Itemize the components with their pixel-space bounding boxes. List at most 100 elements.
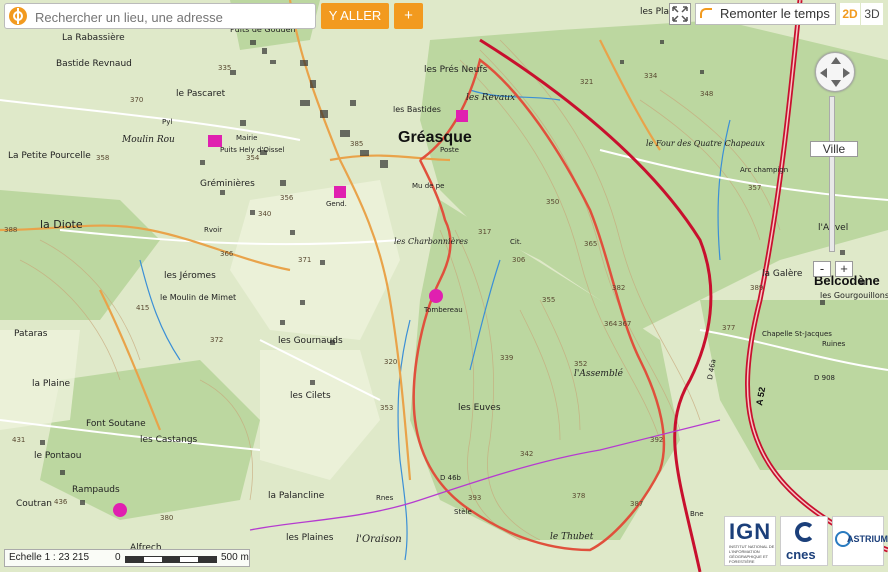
svg-text:Puits Hely d'Oissel: Puits Hely d'Oissel bbox=[220, 146, 284, 154]
svg-text:342: 342 bbox=[520, 450, 533, 458]
svg-text:Stèle: Stèle bbox=[454, 508, 472, 516]
zoom-slider[interactable] bbox=[829, 96, 835, 252]
svg-text:les Cilets: les Cilets bbox=[290, 391, 331, 401]
svg-text:350: 350 bbox=[546, 198, 559, 206]
svg-text:356: 356 bbox=[280, 194, 294, 202]
time-travel-button[interactable]: Remonter le temps bbox=[695, 3, 836, 25]
search-icon[interactable] bbox=[9, 7, 27, 25]
astrium-logo[interactable]: ASTRIUM bbox=[832, 516, 888, 566]
time-travel-label: Remonter le temps bbox=[720, 6, 830, 21]
svg-text:335: 335 bbox=[218, 64, 231, 72]
svg-text:367: 367 bbox=[618, 320, 631, 328]
svg-text:les Jéromes: les Jéromes bbox=[164, 270, 216, 281]
svg-text:les Revaux: les Revaux bbox=[466, 93, 515, 103]
svg-text:372: 372 bbox=[210, 336, 223, 344]
pan-control[interactable] bbox=[815, 52, 855, 92]
svg-text:La Rabassière: La Rabassière bbox=[62, 32, 125, 43]
svg-text:334: 334 bbox=[644, 72, 658, 80]
svg-text:Moulin Rou: Moulin Rou bbox=[121, 135, 175, 145]
svg-text:389: 389 bbox=[750, 284, 763, 292]
svg-text:339: 339 bbox=[500, 354, 513, 362]
svg-text:l'Assemblé: l'Assemblé bbox=[574, 368, 624, 379]
svg-text:Rvoir: Rvoir bbox=[204, 226, 222, 234]
svg-text:le Pascaret: le Pascaret bbox=[176, 89, 226, 99]
svg-text:les Plaines: les Plaines bbox=[286, 533, 334, 543]
svg-text:Font Soutane: Font Soutane bbox=[86, 419, 146, 429]
ign-logo[interactable]: IGN INSTITUT NATIONAL DE L'INFORMATION G… bbox=[724, 516, 776, 566]
svg-text:348: 348 bbox=[700, 90, 713, 98]
topographic-map[interactable]: Gréasque La Rabassière Bastide Revnaud l… bbox=[0, 0, 888, 572]
svg-text:354: 354 bbox=[246, 154, 260, 162]
svg-text:385: 385 bbox=[350, 140, 363, 148]
search-box bbox=[4, 3, 316, 29]
svg-text:les Euves: les Euves bbox=[458, 403, 501, 413]
ign-logo-subtitle: INSTITUT NATIONAL DE L'INFORMATION GÉOGR… bbox=[729, 544, 775, 564]
zoom-out-button[interactable]: - bbox=[813, 261, 831, 277]
search-input[interactable] bbox=[33, 6, 313, 28]
svg-text:La Petite Pourcelle: La Petite Pourcelle bbox=[8, 151, 91, 161]
svg-text:l'Oraison: l'Oraison bbox=[356, 534, 402, 545]
svg-text:306: 306 bbox=[512, 256, 526, 264]
svg-text:378: 378 bbox=[572, 492, 585, 500]
svg-text:le Thubet: le Thubet bbox=[550, 532, 594, 542]
svg-text:D 908: D 908 bbox=[814, 374, 835, 382]
svg-text:Cit.: Cit. bbox=[510, 238, 522, 246]
zoom-in-button[interactable]: + bbox=[835, 261, 853, 277]
svg-text:les Castangs: les Castangs bbox=[140, 435, 198, 445]
svg-text:Coutran: Coutran bbox=[16, 499, 52, 509]
scale-ratio: Echelle 1 : 23 215 bbox=[9, 552, 90, 563]
svg-text:les Prés Neufs: les Prés Neufs bbox=[424, 64, 488, 75]
svg-text:la Diote: la Diote bbox=[40, 218, 83, 231]
fullscreen-icon bbox=[672, 6, 688, 22]
zoom-level-label[interactable]: Ville bbox=[810, 141, 858, 157]
poi-tombereau-icon bbox=[429, 289, 443, 303]
pan-down-icon[interactable] bbox=[831, 80, 841, 87]
svg-text:les Gournauds: les Gournauds bbox=[278, 336, 343, 346]
fullscreen-button[interactable] bbox=[669, 3, 691, 25]
svg-text:Gréminières: Gréminières bbox=[200, 178, 255, 189]
poi-alfrech-icon bbox=[113, 503, 127, 517]
undo-arrow-icon bbox=[700, 8, 712, 18]
svg-text:les Gourgouillons: les Gourgouillons bbox=[820, 291, 888, 300]
svg-text:Mairie: Mairie bbox=[236, 134, 257, 142]
svg-text:357: 357 bbox=[748, 184, 761, 192]
svg-text:320: 320 bbox=[384, 358, 397, 366]
view-2d-toggle[interactable]: 2D bbox=[840, 3, 860, 25]
svg-text:317: 317 bbox=[478, 228, 491, 236]
svg-text:370: 370 bbox=[130, 96, 143, 104]
svg-text:393: 393 bbox=[468, 494, 481, 502]
scale-bar: Echelle 1 : 23 215 0 500 m bbox=[4, 549, 250, 567]
go-button[interactable]: Y ALLER bbox=[321, 3, 389, 29]
svg-text:D 46b: D 46b bbox=[440, 474, 462, 482]
svg-text:436: 436 bbox=[54, 498, 68, 506]
svg-text:Arc champign: Arc champign bbox=[740, 166, 788, 174]
svg-text:Pataras: Pataras bbox=[14, 329, 48, 339]
svg-text:321: 321 bbox=[580, 78, 593, 86]
svg-text:415: 415 bbox=[136, 304, 149, 312]
scale-zero: 0 bbox=[115, 552, 121, 563]
svg-text:Rnes: Rnes bbox=[376, 494, 394, 502]
svg-text:388: 388 bbox=[4, 226, 17, 234]
svg-text:les Bastides: les Bastides bbox=[393, 105, 441, 114]
svg-text:le Pontaou: le Pontaou bbox=[34, 451, 81, 461]
pan-right-icon[interactable] bbox=[843, 68, 850, 78]
svg-text:la Palancline: la Palancline bbox=[268, 491, 325, 501]
svg-text:371: 371 bbox=[298, 256, 311, 264]
svg-text:358: 358 bbox=[96, 154, 109, 162]
more-options-button[interactable]: + bbox=[394, 3, 423, 29]
cnes-swirl-icon bbox=[795, 522, 815, 542]
view-3d-toggle[interactable]: 3D bbox=[861, 3, 883, 25]
svg-text:365: 365 bbox=[584, 240, 597, 248]
svg-text:366: 366 bbox=[220, 250, 234, 258]
svg-text:le Moulin de Mimet: le Moulin de Mimet bbox=[160, 293, 236, 302]
svg-text:353: 353 bbox=[380, 404, 393, 412]
scale-distance: 500 m bbox=[221, 552, 249, 563]
astrium-logo-text: ASTRIUM bbox=[847, 534, 888, 544]
pan-left-icon[interactable] bbox=[820, 68, 827, 78]
cnes-logo[interactable]: cnes bbox=[780, 516, 828, 566]
svg-text:382: 382 bbox=[612, 284, 625, 292]
pan-up-icon[interactable] bbox=[831, 57, 841, 64]
svg-text:Poste: Poste bbox=[440, 146, 459, 154]
svg-text:Ruines: Ruines bbox=[822, 340, 846, 348]
town-gréasque-label: Gréasque bbox=[398, 129, 472, 146]
